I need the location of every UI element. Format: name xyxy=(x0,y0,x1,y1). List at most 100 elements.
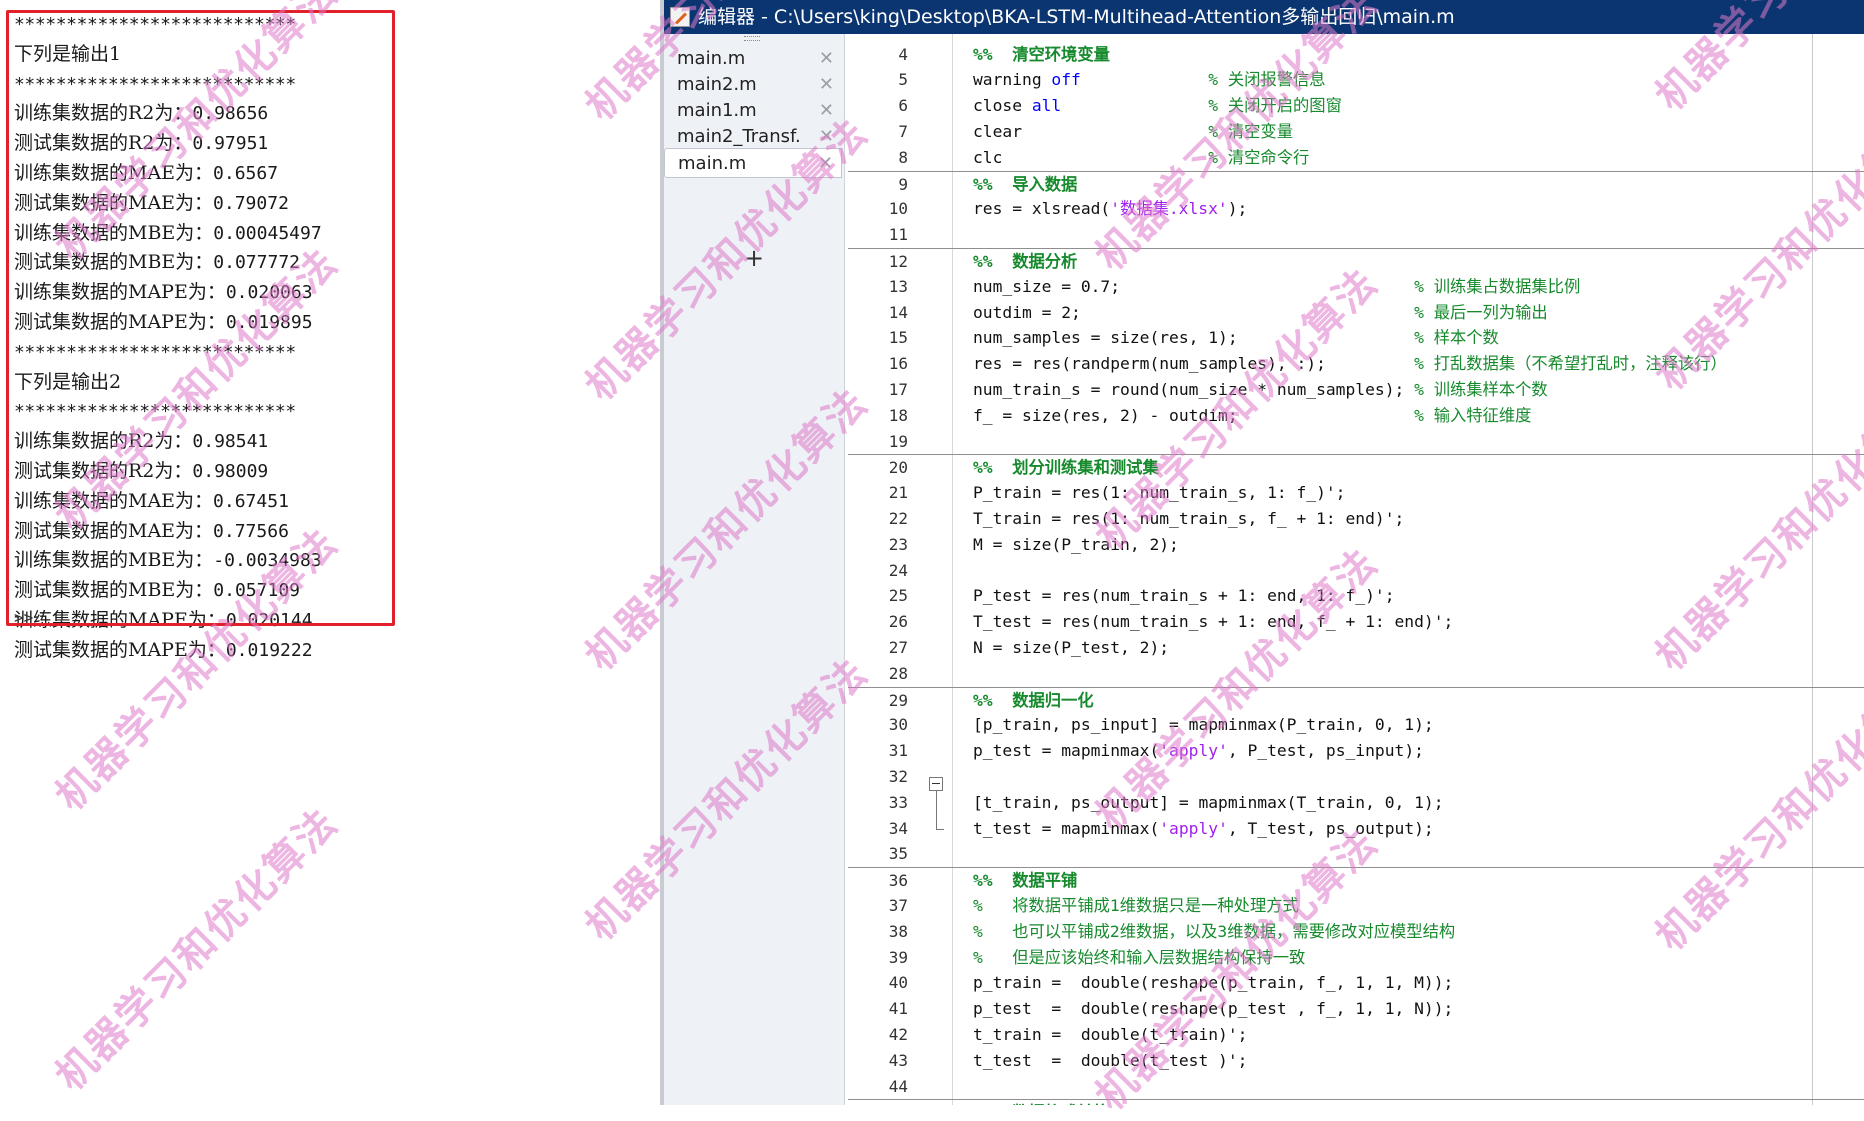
code-line[interactable]: 42 t_train = double(t_train)'; xyxy=(848,1022,1864,1048)
line-number: 41 xyxy=(888,999,908,1019)
line-number: 37 xyxy=(888,895,908,915)
code-line[interactable]: 6 close all % 关闭开启的图窗 xyxy=(848,93,1864,119)
code-line[interactable]: 9 %% 导入数据 xyxy=(848,170,1864,198)
code-text: p_train = double(reshape(p_train, f_, 1,… xyxy=(973,970,1453,996)
code-line[interactable]: 8 clc % 清空命令行 xyxy=(848,145,1864,171)
code-line[interactable]: 38 % 也可以平铺成2维数据，以及3维数据，需要修改对应模型结构 xyxy=(848,919,1864,945)
code-line[interactable]: 39 % 但是应该始终和输入层数据结构保持一致 xyxy=(848,945,1864,971)
code-token: % 也可以平铺成2维数据，以及3维数据，需要修改对应模型结构 xyxy=(973,921,1456,941)
line-number: 5 xyxy=(898,70,908,90)
code-line[interactable]: 30 [p_train, ps_input] = mapminmax(P_trai… xyxy=(848,712,1864,738)
code-line[interactable]: 25 P_test = res(num_train_s + 1: end, 1: … xyxy=(848,583,1864,609)
code-text: close all % 关闭开启的图窗 xyxy=(973,93,1342,119)
line-number: 23 xyxy=(888,534,908,554)
line-number: 21 xyxy=(888,483,908,503)
code-text: p_test = double(reshape(p_test , f_, 1, … xyxy=(973,996,1453,1022)
line-number: 9 xyxy=(898,174,908,194)
code-text: %% 清空环境变量 xyxy=(973,42,1110,68)
close-icon[interactable]: ✕ xyxy=(818,149,833,179)
code-token: p_train = double(reshape(p_train, f_, 1,… xyxy=(973,973,1454,993)
code-token: t_test = double(t_test )'; xyxy=(973,1050,1248,1070)
code-line[interactable]: 43 t_test = double(t_test )'; xyxy=(848,1048,1864,1074)
code-line[interactable]: 24 xyxy=(848,558,1864,584)
code-line[interactable]: 15 num_samples = size(res, 1); % 样本个数 xyxy=(848,325,1864,351)
code-line[interactable]: 28 xyxy=(848,661,1864,687)
code-line[interactable]: 19 xyxy=(848,429,1864,455)
code-text: %% 划分训练集和测试集 xyxy=(973,455,1159,481)
code-token: warning xyxy=(973,70,1052,90)
code-line[interactable]: 29 %% 数据归一化 xyxy=(848,686,1864,714)
line-number: 32 xyxy=(888,766,908,786)
add-tab-button[interactable]: + xyxy=(744,246,764,270)
line-number: 17 xyxy=(888,379,908,399)
code-text: % 但是应该始终和输入层数据结构保持一致 xyxy=(973,945,1305,971)
command-window[interactable]: *************************** 下列是输出1 *******… xyxy=(0,0,660,1105)
code-text: clear % 清空变量 xyxy=(973,119,1293,145)
code-token: % 清空变量 xyxy=(1208,121,1293,141)
code-token: clc xyxy=(973,147,1209,167)
code-token: outdim = 2; xyxy=(973,302,1415,322)
code-line[interactable]: 4 %% 清空环境变量 xyxy=(848,42,1864,68)
code-line[interactable]: 10 res = xlsread('数据集.xlsx'); xyxy=(848,196,1864,222)
code-line[interactable]: 5 warning off % 关闭报警信息 xyxy=(848,67,1864,93)
code-line[interactable]: 33 [t_train, ps_output] = mapminmax(T_tra… xyxy=(848,790,1864,816)
code-line[interactable]: 11 xyxy=(848,222,1864,248)
editor-tab[interactable]: main.m ✕ xyxy=(664,148,842,178)
fold-guide xyxy=(936,791,937,829)
line-number: 16 xyxy=(888,354,908,374)
code-text: t_test = mapminmax('apply', T_test, ps_o… xyxy=(973,816,1434,842)
code-line[interactable]: 18 f_ = size(res, 2) - outdim; % 输入特征维度 xyxy=(848,403,1864,429)
code-line[interactable]: 16 res = res(randperm(num_samples), :); %… xyxy=(848,351,1864,377)
code-token: all xyxy=(1031,96,1062,116)
code-token: % 训练集占数据集比例 xyxy=(1414,276,1581,296)
line-number: 15 xyxy=(888,328,908,348)
code-token: %% 数据归一化 xyxy=(973,690,1094,710)
code-line[interactable]: 32 xyxy=(848,764,1864,790)
code-text: P_train = res(1: num_train_s, 1: f_)'; xyxy=(973,480,1345,506)
code-text: num_samples = size(res, 1); % 样本个数 xyxy=(973,325,1499,351)
code-line[interactable]: 20 %% 划分训练集和测试集 xyxy=(848,454,1864,481)
fold-toggle-icon[interactable] xyxy=(929,777,943,791)
code-text: f_ = size(res, 2) - outdim; % 输入特征维度 xyxy=(973,403,1531,429)
code-line[interactable]: 35 xyxy=(848,841,1864,867)
code-editor[interactable]: 4 %% 清空环境变量 5 warning off % 关闭报警信息 6 close al… xyxy=(848,34,1864,1105)
code-line[interactable]: 12 %% 数据分析 xyxy=(848,247,1864,275)
code-line[interactable]: 26 T_test = res(num_train_s + 1: end, f_ … xyxy=(848,609,1864,635)
code-line[interactable]: 14 outdim = 2; % 最后一列为输出 xyxy=(848,300,1864,326)
code-token: off xyxy=(1051,70,1081,90)
line-number: 35 xyxy=(888,844,908,864)
code-line[interactable]: 7 clear % 清空变量 xyxy=(848,119,1864,145)
pencil-icon xyxy=(670,7,690,27)
code-line[interactable]: 22 T_train = res(1: num_train_s, f_ + 1: … xyxy=(848,506,1864,532)
code-token: % 将数据平铺成1维数据只是一种处理方式 xyxy=(973,895,1299,915)
metric-line: 测试集数据的MAPE为：0.019222 xyxy=(14,636,322,666)
code-line[interactable]: 21 P_train = res(1: num_train_s, 1: f_)'; xyxy=(848,480,1864,506)
code-line[interactable]: 45 %% 数据格式转换 xyxy=(848,1099,1864,1105)
code-token: % 清空命令行 xyxy=(1208,147,1310,167)
code-line[interactable]: 17 num_train_s = round(num_size * num_sam… xyxy=(848,377,1864,403)
line-number: 27 xyxy=(888,637,908,657)
code-line[interactable]: 13 num_size = 0.7; % 训练集占数据集比例 xyxy=(848,274,1864,300)
code-token: %% 划分训练集和测试集 xyxy=(973,458,1159,478)
metric-label: 测试集数据的MAPE为： xyxy=(14,638,226,661)
drag-grip-icon[interactable] xyxy=(744,36,760,41)
editor-window: 编辑器 - C:\Users\king\Desktop\BKA-LSTM-Mul… xyxy=(664,0,1864,1105)
code-token: % 样本个数 xyxy=(1414,328,1499,348)
code-text: [t_train, ps_output] = mapminmax(T_train… xyxy=(973,790,1444,816)
code-line[interactable]: 44 xyxy=(848,1074,1864,1100)
code-token: % 关闭报警信息 xyxy=(1208,70,1326,90)
code-line[interactable]: 23 M = size(P_train, 2); xyxy=(848,532,1864,558)
code-text: %% 数据分析 xyxy=(973,249,1077,275)
code-line[interactable]: 41 p_test = double(reshape(p_test , f_, 1… xyxy=(848,996,1864,1022)
code-line[interactable]: 34 t_test = mapminmax('apply', T_test, ps… xyxy=(848,816,1864,842)
code-line[interactable]: 40 p_train = double(reshape(p_train, f_, … xyxy=(848,970,1864,996)
code-line[interactable]: 36 %% 数据平铺 xyxy=(848,867,1864,894)
code-line[interactable]: 27 N = size(P_test, 2); xyxy=(848,635,1864,661)
code-token: '数据集.xlsx' xyxy=(1110,199,1228,219)
line-number: 4 xyxy=(898,44,908,64)
code-line[interactable]: 31 p_test = mapminmax('apply', P_test, ps… xyxy=(848,738,1864,764)
code-line[interactable]: 37 % 将数据平铺成1维数据只是一种处理方式 xyxy=(848,893,1864,919)
fold-guide-end xyxy=(936,829,944,830)
code-token: f_ = size(res, 2) - outdim; xyxy=(973,405,1415,425)
code-token: N = size(P_test, 2); xyxy=(973,637,1170,657)
